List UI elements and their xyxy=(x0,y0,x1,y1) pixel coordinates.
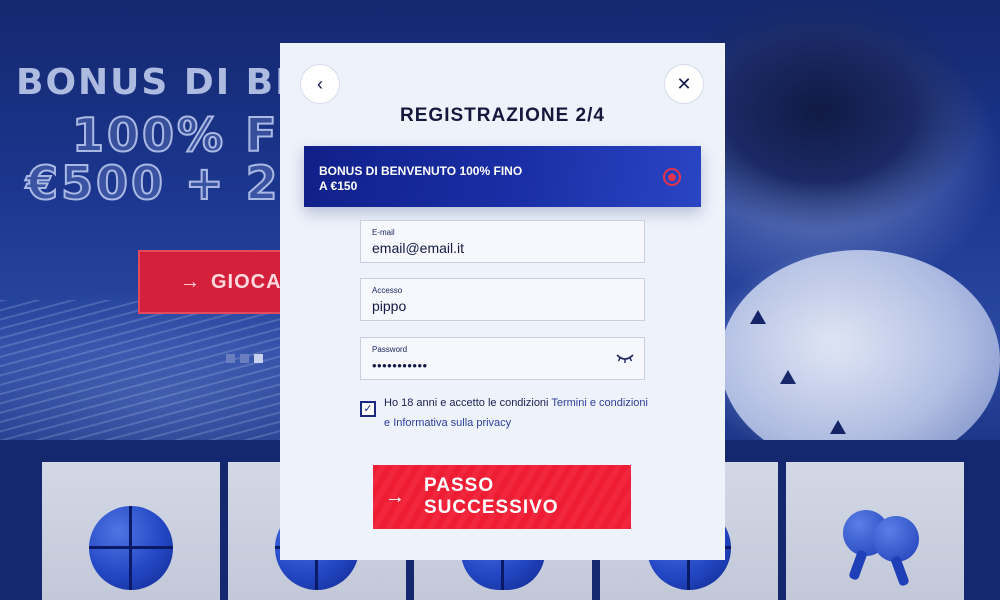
password-label: Password xyxy=(372,345,408,354)
stadium-lights-decoration xyxy=(0,300,280,440)
football-icon xyxy=(663,168,681,186)
terms-joiner: e xyxy=(384,417,391,429)
football-image xyxy=(720,250,1000,440)
hero-title: BONUS DI BE xyxy=(16,62,302,103)
next-step-label: PASSO SUCCESSIVO xyxy=(424,475,559,518)
email-input[interactable]: email@email.it xyxy=(372,240,644,256)
eye-closed-icon[interactable] xyxy=(615,351,635,365)
chevron-left-icon: ‹ xyxy=(317,73,323,94)
carousel-dot[interactable] xyxy=(240,354,249,363)
terms-text: Ho 18 anni e accetto le condizioni Termi… xyxy=(360,393,650,433)
carousel-dot[interactable] xyxy=(226,354,235,363)
hero-subtitle-line: 100% FI xyxy=(71,107,300,163)
password-input[interactable]: ••••••••••• xyxy=(372,358,644,373)
ball-pattern xyxy=(750,310,766,324)
registration-modal: ‹ ✕ REGISTRAZIONE 2/4 BONUS DI BENVENUTO… xyxy=(280,43,725,560)
basketball-icon xyxy=(89,506,173,590)
carousel-dot-active[interactable] xyxy=(254,354,263,363)
username-label: Accesso xyxy=(372,286,403,295)
paddle-handle xyxy=(848,549,868,581)
ball-pattern xyxy=(780,370,796,384)
email-label: E-mail xyxy=(372,228,395,237)
close-button[interactable]: ✕ xyxy=(664,64,704,104)
close-icon: ✕ xyxy=(676,73,692,94)
hero-subtitle-line: €500 + 2 xyxy=(25,155,281,211)
privacy-link[interactable]: Informativa sulla privacy xyxy=(393,417,511,429)
category-tile-basketball[interactable] xyxy=(42,462,220,600)
terms-prefix: Ho 18 anni e accetto le condizioni xyxy=(384,397,549,409)
username-input[interactable]: pippo xyxy=(372,298,644,314)
football-boot-image xyxy=(700,0,1000,260)
email-field[interactable]: E-mail email@email.it xyxy=(360,220,645,263)
paddle-shape xyxy=(873,516,919,562)
ball-pattern xyxy=(830,420,846,434)
arrow-right-icon: → xyxy=(385,485,406,508)
bonus-banner: BONUS DI BENVENUTO 100% FINO A €150 xyxy=(304,146,701,207)
arrow-right-icon: → xyxy=(180,270,201,293)
terms-checkbox[interactable]: ✓ xyxy=(360,401,376,417)
paddle-handle xyxy=(890,555,910,587)
next-step-button[interactable]: → PASSO SUCCESSIVO xyxy=(373,465,631,529)
bonus-text: BONUS DI BENVENUTO 100% FINO A €150 xyxy=(319,164,523,193)
category-tile-table-tennis[interactable] xyxy=(786,462,964,600)
modal-title: REGISTRAZIONE 2/4 xyxy=(400,105,605,126)
terms-consent: ✓ Ho 18 anni e accetto le condizioni Ter… xyxy=(360,393,650,433)
table-tennis-icon xyxy=(825,506,925,596)
terms-link[interactable]: Termini e condizioni xyxy=(551,397,648,409)
back-button[interactable]: ‹ xyxy=(300,64,340,104)
check-icon: ✓ xyxy=(363,403,373,415)
username-field[interactable]: Accesso pippo xyxy=(360,278,645,321)
password-field[interactable]: Password ••••••••••• xyxy=(360,337,645,380)
carousel-dots xyxy=(226,354,263,363)
